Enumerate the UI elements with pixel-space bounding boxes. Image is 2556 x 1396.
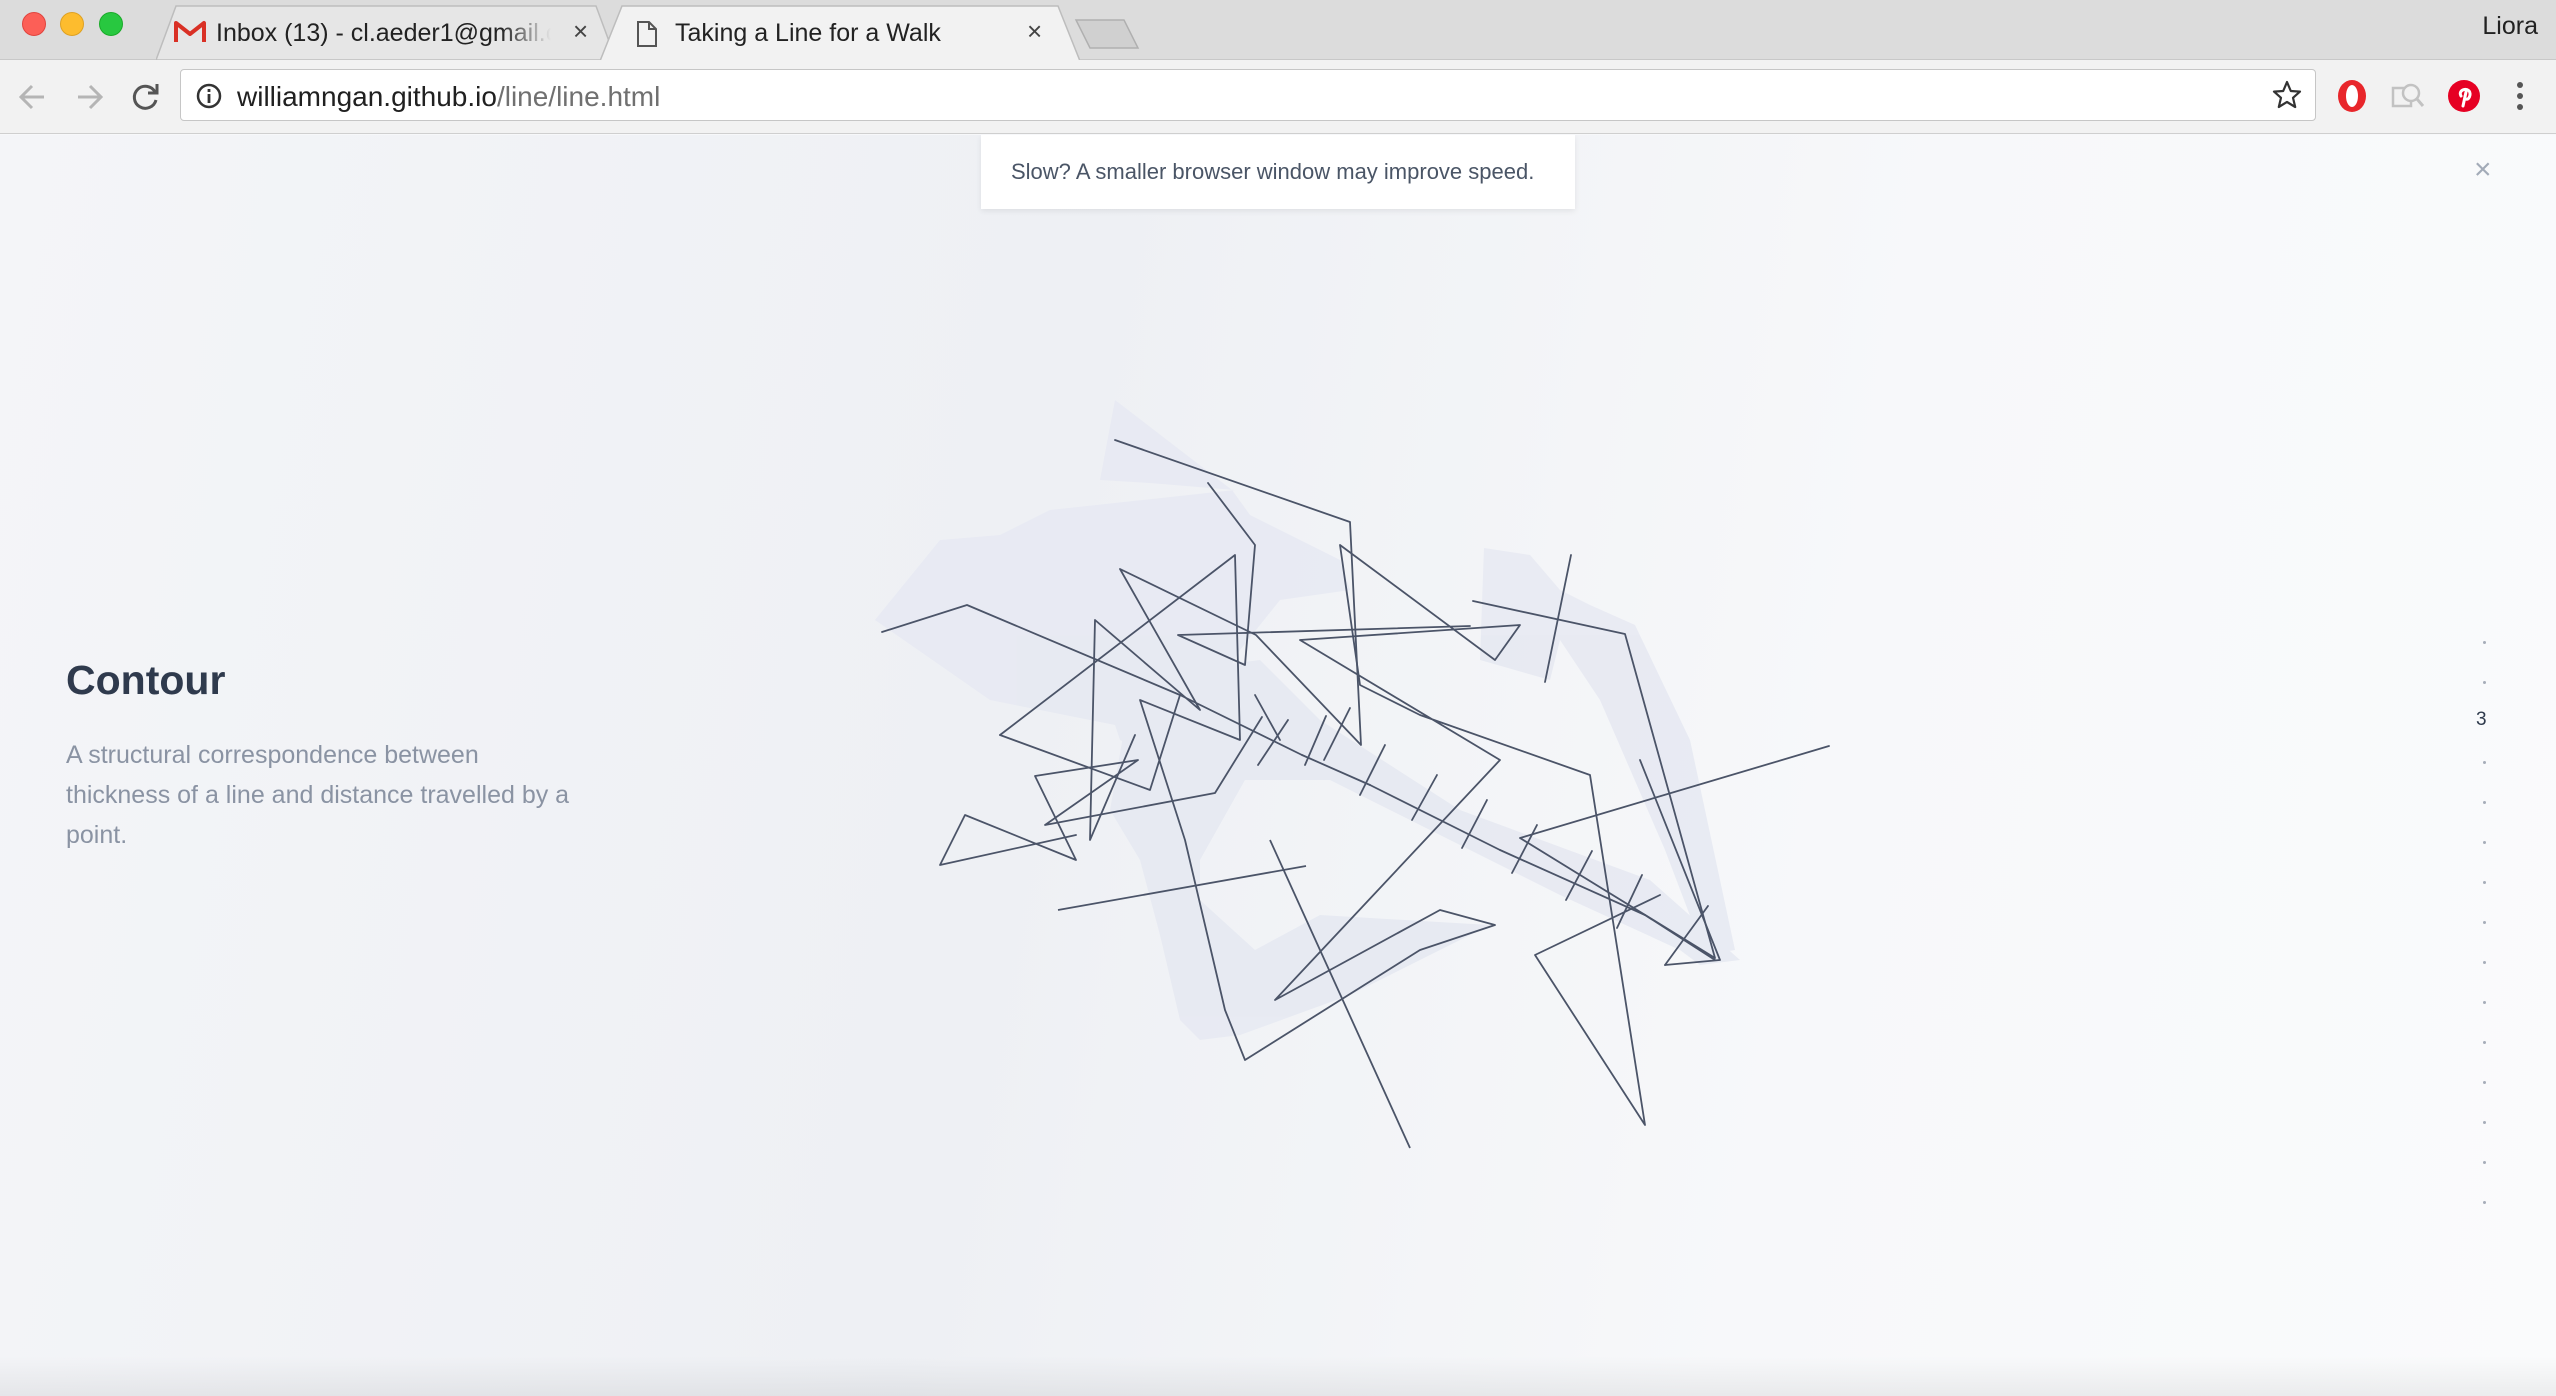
pager-dot[interactable]: [2483, 841, 2486, 844]
pager-dot[interactable]: [2483, 1081, 2486, 1084]
forward-arrow-icon[interactable]: [70, 78, 108, 116]
back-arrow-icon[interactable]: [14, 78, 52, 116]
close-window-button[interactable]: [22, 12, 46, 36]
reload-icon[interactable]: [126, 78, 164, 116]
lens-icon[interactable]: [2390, 78, 2426, 114]
bottom-shade: [0, 1356, 2556, 1396]
profile-name[interactable]: Liora: [2482, 12, 2538, 41]
contour-shading: [875, 400, 1740, 1040]
pager-dot[interactable]: [2483, 921, 2486, 924]
pager-dot[interactable]: [2483, 801, 2486, 804]
pager-dot[interactable]: [2483, 761, 2486, 764]
url-text[interactable]: williamngan.github.io/line/line.html: [237, 81, 660, 113]
opera-icon[interactable]: [2334, 78, 2370, 114]
maximize-window-button[interactable]: [99, 12, 123, 36]
pager-dot[interactable]: [2483, 1121, 2486, 1124]
tab-label: Taking a Line for a Walk: [675, 19, 941, 47]
pager-dot[interactable]: [2483, 1041, 2486, 1044]
pager-dot[interactable]: [2483, 1161, 2486, 1164]
close-tab-icon[interactable]: ×: [573, 18, 588, 44]
browser-toolbar: williamngan.github.io/line/line.html: [0, 60, 2556, 134]
url-path: /line/line.html: [496, 81, 661, 112]
pager-current-number[interactable]: 3: [2476, 709, 2487, 731]
section-description: A structural correspondence between thic…: [66, 741, 570, 849]
bookmark-star-icon[interactable]: [2271, 79, 2303, 111]
notice-text: Slow? A smaller browser window may impro…: [1011, 159, 1535, 184]
close-tab-icon[interactable]: ×: [1027, 18, 1042, 44]
pager-dot[interactable]: [2483, 881, 2486, 884]
info-icon[interactable]: [195, 82, 223, 110]
minimize-window-button[interactable]: [60, 12, 84, 36]
new-tab-button[interactable]: [1074, 18, 1140, 50]
menu-dots-icon[interactable]: [2510, 78, 2530, 114]
tab-label: Inbox (13) - cl.aeder1@gmail.com - Gmail: [216, 19, 551, 47]
pager-dot[interactable]: [2483, 641, 2486, 644]
address-bar[interactable]: williamngan.github.io/line/line.html: [180, 69, 2316, 121]
performance-notice: Slow? A smaller browser window may impro…: [981, 135, 1575, 209]
pager-dot[interactable]: [2483, 1001, 2486, 1004]
tab-taking-a-line-for-a-walk[interactable]: Taking a Line for a Walk ×: [600, 4, 1080, 60]
pager-dot[interactable]: [2483, 1201, 2486, 1204]
close-icon[interactable]: ×: [2474, 155, 2492, 185]
tab-strip: Inbox (13) - cl.aeder1@gmail.com - Gmail…: [0, 0, 2556, 60]
page-icon: [637, 21, 657, 47]
page-content: Slow? A smaller browser window may impro…: [0, 135, 2556, 1396]
tab-gmail-inbox[interactable]: Inbox (13) - cl.aeder1@gmail.com - Gmail…: [156, 4, 616, 60]
url-host: williamngan.github.io: [237, 81, 497, 112]
pager-dot[interactable]: [2483, 681, 2486, 684]
gmail-icon: [174, 21, 206, 42]
section-title: Contour: [66, 657, 226, 703]
pinterest-icon[interactable]: [2446, 78, 2482, 114]
pager-dot[interactable]: [2483, 961, 2486, 964]
